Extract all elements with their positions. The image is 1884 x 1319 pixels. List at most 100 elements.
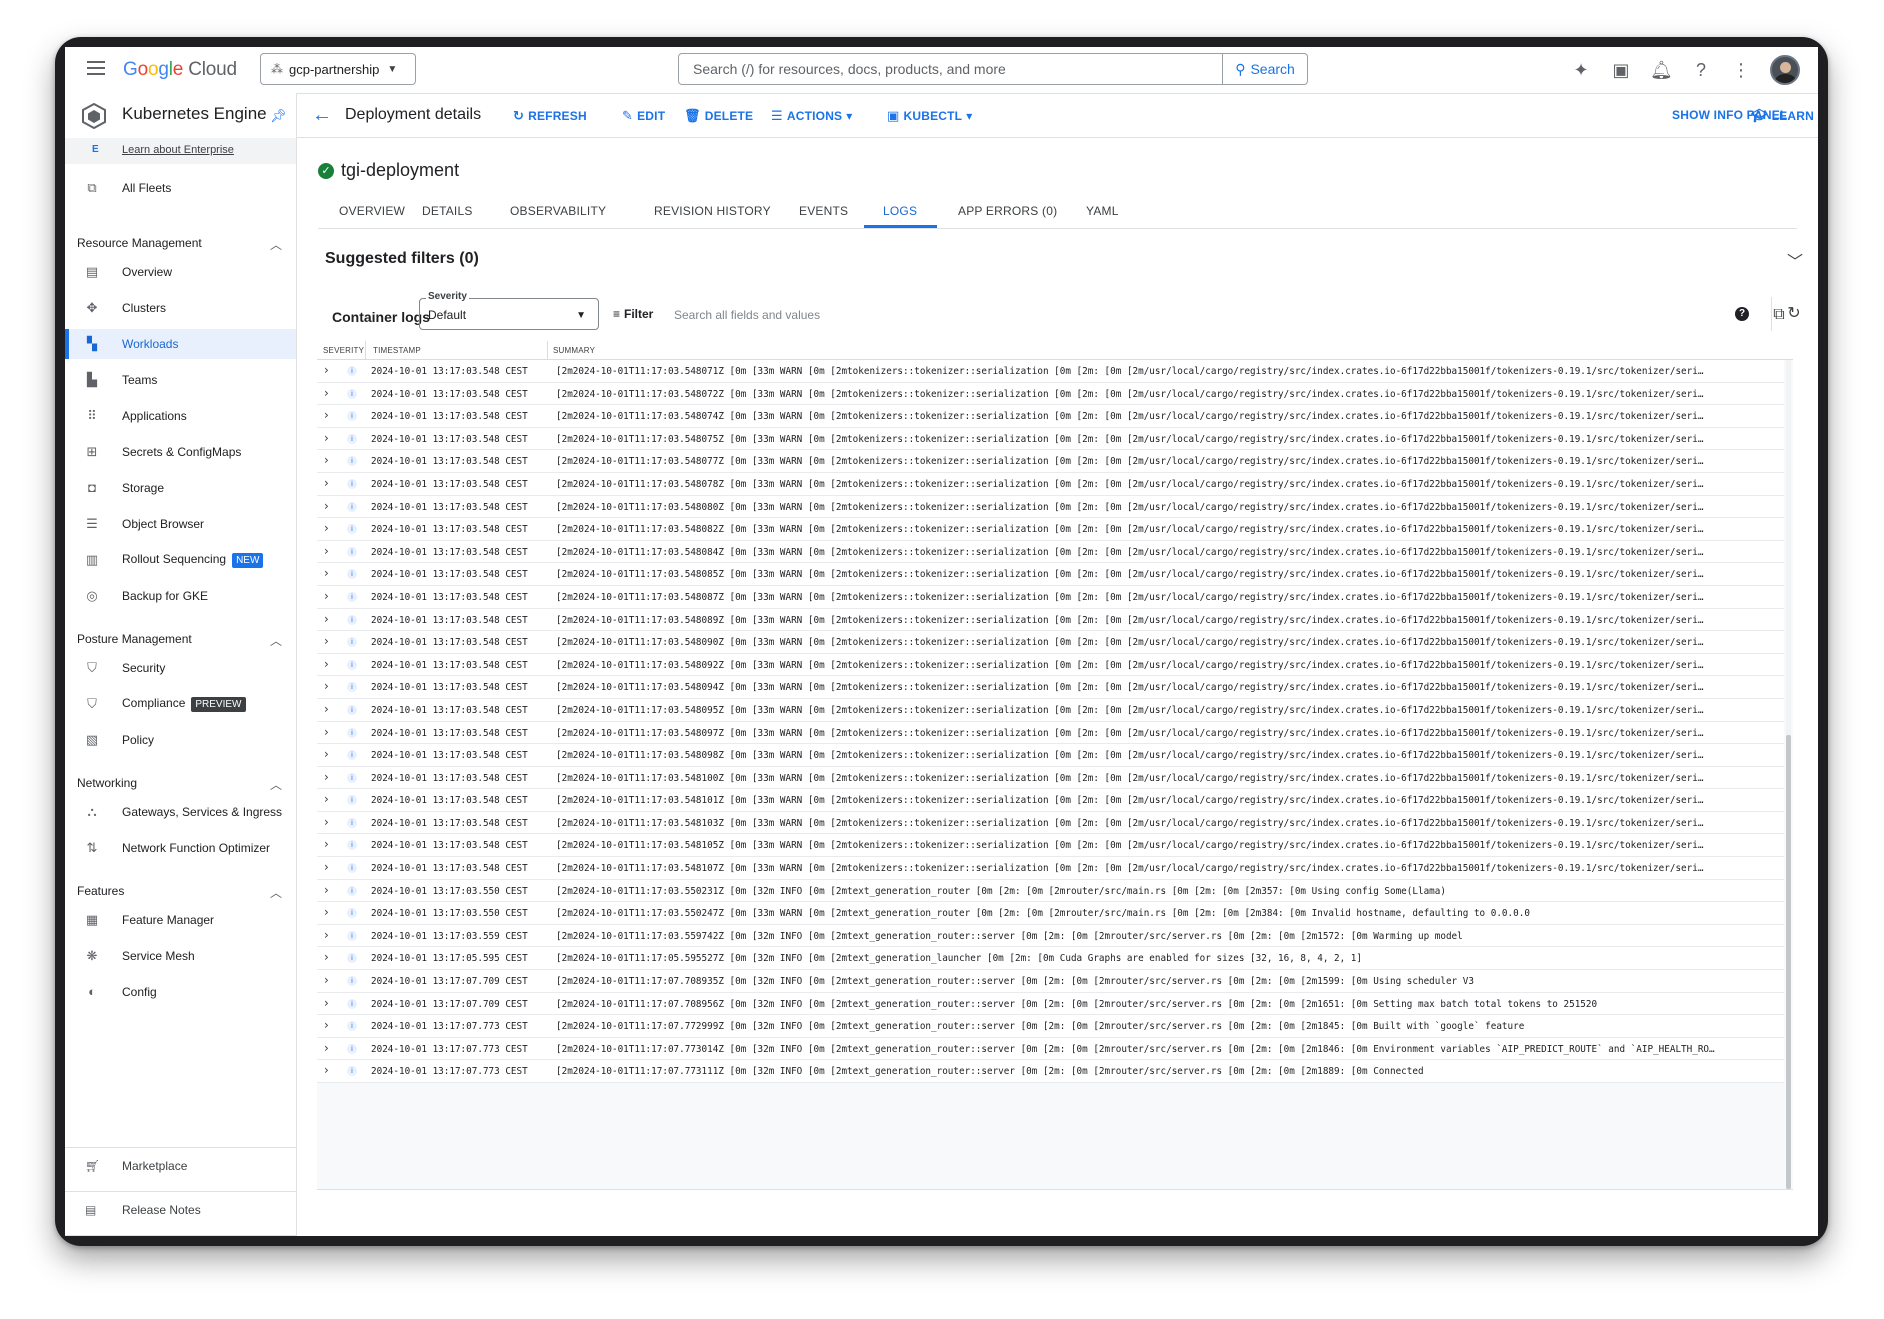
log-row[interactable]: › i 2024-10-01 13:17:07.709 CEST [2m2024-10…	[317, 992, 1784, 1016]
sidebar-item-security[interactable]: ⛉ Security	[65, 653, 296, 683]
collapse-sidebar-button[interactable]: <|	[65, 1235, 296, 1236]
log-scrollbar-thumb[interactable]	[1786, 735, 1791, 1189]
search-button[interactable]: ⚲ Search	[1222, 53, 1308, 85]
severity-select[interactable]: Severity Default ▼	[419, 291, 599, 330]
chevron-right-icon[interactable]: ›	[324, 905, 329, 919]
chevron-right-icon[interactable]: ›	[324, 386, 329, 400]
log-row[interactable]: › i 2024-10-01 13:17:03.548 CEST [2m2024-10…	[317, 360, 1784, 383]
log-row[interactable]: › i 2024-10-01 13:17:07.773 CEST [2m2024-10…	[317, 1015, 1784, 1038]
log-row[interactable]: › i 2024-10-01 13:17:03.550 CEST [2m2024-10…	[317, 879, 1784, 903]
chevron-right-icon[interactable]: ›	[324, 950, 329, 964]
tab-overview[interactable]: OVERVIEW	[339, 204, 405, 218]
pin-icon[interactable]: 📌︎	[270, 108, 287, 124]
filter-input[interactable]: Search all fields and values	[674, 308, 820, 322]
sidebar-item-compliance[interactable]: ⛉ Compliance PREVIEW	[65, 689, 296, 719]
log-scrollbar[interactable]	[1786, 360, 1791, 1189]
main-menu-icon[interactable]	[87, 61, 105, 77]
tab-yaml[interactable]: YAML	[1086, 204, 1119, 218]
kubectl-menu-button[interactable]: ▣ KUBECTL ▾	[887, 108, 972, 124]
chevron-right-icon[interactable]: ›	[324, 657, 329, 671]
tab-logs[interactable]: LOGS	[883, 204, 917, 218]
log-row[interactable]: › i 2024-10-01 13:17:03.548 CEST [2m2024-10…	[317, 563, 1784, 586]
log-row[interactable]: › i 2024-10-01 13:17:05.595 CEST [2m2024-10…	[317, 947, 1784, 971]
sidebar-item-clusters[interactable]: ✥ Clusters	[65, 293, 296, 323]
edit-button[interactable]: ✎ EDIT	[622, 108, 665, 124]
log-row[interactable]: › i 2024-10-01 13:17:07.709 CEST [2m2024-10…	[317, 970, 1784, 993]
chevron-right-icon[interactable]: ›	[324, 634, 329, 648]
log-row[interactable]: › i 2024-10-01 13:17:03.548 CEST [2m2024-10…	[317, 676, 1784, 699]
learn-button-visible[interactable]: 🎓︎ LEARN	[1751, 108, 1814, 124]
expand-chevron-icon[interactable]: ﹀	[1787, 248, 1803, 272]
chevron-right-icon[interactable]: ›	[324, 431, 329, 445]
chevron-right-icon[interactable]: ›	[324, 1063, 329, 1077]
tab-events[interactable]: EVENTS	[799, 204, 848, 218]
sidebar-item-rollout-sequencing[interactable]: ▥ Rollout Sequencing NEW	[65, 545, 296, 575]
open-in-new-icon[interactable]: ⧉	[1768, 304, 1790, 326]
chevron-right-icon[interactable]: ›	[324, 725, 329, 739]
sidebar-item-teams[interactable]: ▙ Teams	[65, 365, 296, 395]
log-row[interactable]: › i 2024-10-01 13:17:03.548 CEST [2m2024-10…	[317, 472, 1784, 496]
log-row[interactable]: › i 2024-10-01 13:17:03.548 CEST [2m2024-10…	[317, 857, 1784, 880]
log-row[interactable]: › i 2024-10-01 13:17:03.548 CEST [2m2024-10…	[317, 766, 1784, 790]
sidebar-item-object-browser[interactable]: ☰ Object Browser	[65, 509, 296, 539]
chevron-right-icon[interactable]: ›	[324, 928, 329, 942]
log-row[interactable]: › i 2024-10-01 13:17:03.548 CEST [2m2024-10…	[317, 721, 1784, 745]
chevron-right-icon[interactable]: ›	[324, 612, 329, 626]
actions-menu-button[interactable]: ☰ ACTIONS ▾	[771, 108, 853, 124]
log-row[interactable]: › i 2024-10-01 13:17:03.548 CEST [2m2024-10…	[317, 405, 1784, 428]
notifications-bell-icon[interactable]: 🔔︎	[1650, 59, 1673, 81]
chevron-right-icon[interactable]: ›	[324, 679, 329, 693]
log-row[interactable]: › i 2024-10-01 13:17:03.548 CEST [2m2024-10…	[317, 811, 1784, 835]
log-row[interactable]: › i 2024-10-01 13:17:03.548 CEST [2m2024-10…	[317, 744, 1784, 767]
google-cloud-logo[interactable]: Google Cloud	[123, 59, 237, 81]
chevron-right-icon[interactable]: ›	[324, 499, 329, 513]
log-row[interactable]: › i 2024-10-01 13:17:07.773 CEST [2m2024-10…	[317, 1037, 1784, 1061]
chevron-right-icon[interactable]: ›	[324, 702, 329, 716]
sidebar-item-all-fleets[interactable]: ⧉ All Fleets	[65, 173, 296, 203]
sidebar-item-secrets-configmaps[interactable]: ⊞ Secrets & ConfigMaps	[65, 437, 296, 467]
log-row[interactable]: › i 2024-10-01 13:17:03.548 CEST [2m2024-10…	[317, 698, 1784, 722]
chevron-right-icon[interactable]: ›	[324, 815, 329, 829]
filter-button[interactable]: ≡ Filter	[613, 307, 653, 321]
chevron-right-icon[interactable]: ›	[324, 476, 329, 490]
sidebar-item-policy[interactable]: ▧ Policy	[65, 725, 296, 755]
log-row[interactable]: › i 2024-10-01 13:17:03.548 CEST [2m2024-10…	[317, 382, 1784, 406]
sidebar-item-release-notes[interactable]: ▤ Release Notes	[65, 1191, 296, 1228]
sidebar-item-network-function-optimizer[interactable]: ⇅ Network Function Optimizer	[65, 833, 296, 863]
section-resource-management[interactable]: Resource Management ︿	[77, 236, 282, 252]
sidebar-item-feature-manager[interactable]: ▦ Feature Manager	[65, 905, 296, 935]
project-picker[interactable]: ⁂ gcp-partnership ▼	[260, 53, 416, 85]
log-row[interactable]: › i 2024-10-01 13:17:03.548 CEST [2m2024-10…	[317, 789, 1784, 812]
sidebar-item-marketplace[interactable]: 🛒︎ Marketplace	[65, 1147, 296, 1184]
log-row[interactable]: › i 2024-10-01 13:17:03.548 CEST [2m2024-10…	[317, 608, 1784, 632]
log-row[interactable]: › i 2024-10-01 13:17:03.548 CEST [2m2024-10…	[317, 653, 1784, 677]
chevron-right-icon[interactable]: ›	[324, 747, 329, 761]
tab-observability[interactable]: OBSERVABILITY	[510, 204, 606, 218]
chevron-right-icon[interactable]: ›	[324, 792, 329, 806]
delete-button[interactable]: 🗑︎ DELETE	[684, 108, 753, 124]
chevron-right-icon[interactable]: ›	[324, 589, 329, 603]
chevron-right-icon[interactable]: ›	[324, 363, 329, 377]
tab-app-errors[interactable]: APP ERRORS (0)	[958, 204, 1057, 218]
chevron-right-icon[interactable]: ›	[324, 544, 329, 558]
chevron-right-icon[interactable]: ›	[324, 883, 329, 897]
log-row[interactable]: › i 2024-10-01 13:17:03.548 CEST [2m2024-10…	[317, 427, 1784, 451]
log-row[interactable]: › i 2024-10-01 13:17:07.773 CEST [2m2024-10…	[317, 1060, 1784, 1083]
refresh-button[interactable]: ↻ REFRESH	[513, 108, 587, 124]
tab-details[interactable]: DETAILS	[422, 204, 473, 218]
chevron-right-icon[interactable]: ›	[324, 408, 329, 422]
chevron-right-icon[interactable]: ›	[324, 453, 329, 467]
back-arrow-icon[interactable]: ←	[312, 104, 332, 127]
chevron-right-icon[interactable]: ›	[324, 521, 329, 535]
learn-enterprise-link[interactable]: Learn about Enterprise	[122, 144, 234, 156]
tab-revision-history[interactable]: REVISION HISTORY	[654, 204, 771, 218]
section-features[interactable]: Features ︿	[77, 884, 282, 900]
log-row[interactable]: › i 2024-10-01 13:17:03.548 CEST [2m2024-10…	[317, 834, 1784, 858]
log-row[interactable]: › i 2024-10-01 13:17:03.548 CEST [2m2024-10…	[317, 518, 1784, 541]
chevron-right-icon[interactable]: ›	[324, 973, 329, 987]
chevron-right-icon[interactable]: ›	[324, 1018, 329, 1032]
help-icon[interactable]: ?	[1690, 59, 1712, 81]
sidebar-item-config[interactable]: ◐ Config	[65, 977, 296, 1007]
chevron-right-icon[interactable]: ›	[324, 1041, 329, 1055]
sidebar-item-backup[interactable]: ◎ Backup for GKE	[65, 581, 296, 611]
